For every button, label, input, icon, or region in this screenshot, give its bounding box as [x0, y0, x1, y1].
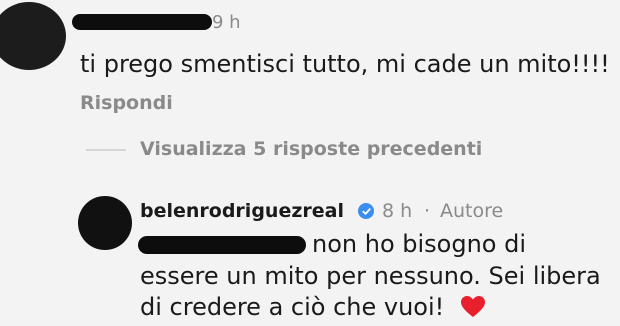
comment-text: ti prego smentisci tutto, mi cade un mit…: [80, 50, 610, 78]
reply-text-line2: essere un mito per nessuno. Sei libera: [140, 262, 601, 290]
reply-time: 8 h: [382, 200, 413, 222]
reply-username[interactable]: belenrodriguezreal: [140, 200, 344, 222]
view-previous-replies[interactable]: Visualizza 5 risposte precedenti: [140, 138, 482, 160]
red-heart-icon: [460, 295, 486, 323]
reply-text-line1: non ho bisogno di: [312, 230, 527, 258]
replies-divider-line: [86, 149, 126, 151]
reply-button[interactable]: Rispondi: [80, 92, 173, 114]
reply-text-line3: di credere a ciò che vuoi!: [140, 293, 445, 321]
author-tag: Autore: [440, 200, 504, 222]
verified-badge-icon: [358, 203, 374, 219]
redacted-mention: [138, 236, 306, 254]
commenter-avatar[interactable]: [0, 2, 66, 70]
redacted-username: [72, 14, 212, 30]
meta-separator: ·: [424, 200, 431, 222]
reply-avatar[interactable]: [78, 196, 132, 250]
comment-time: 9 h: [212, 12, 241, 33]
